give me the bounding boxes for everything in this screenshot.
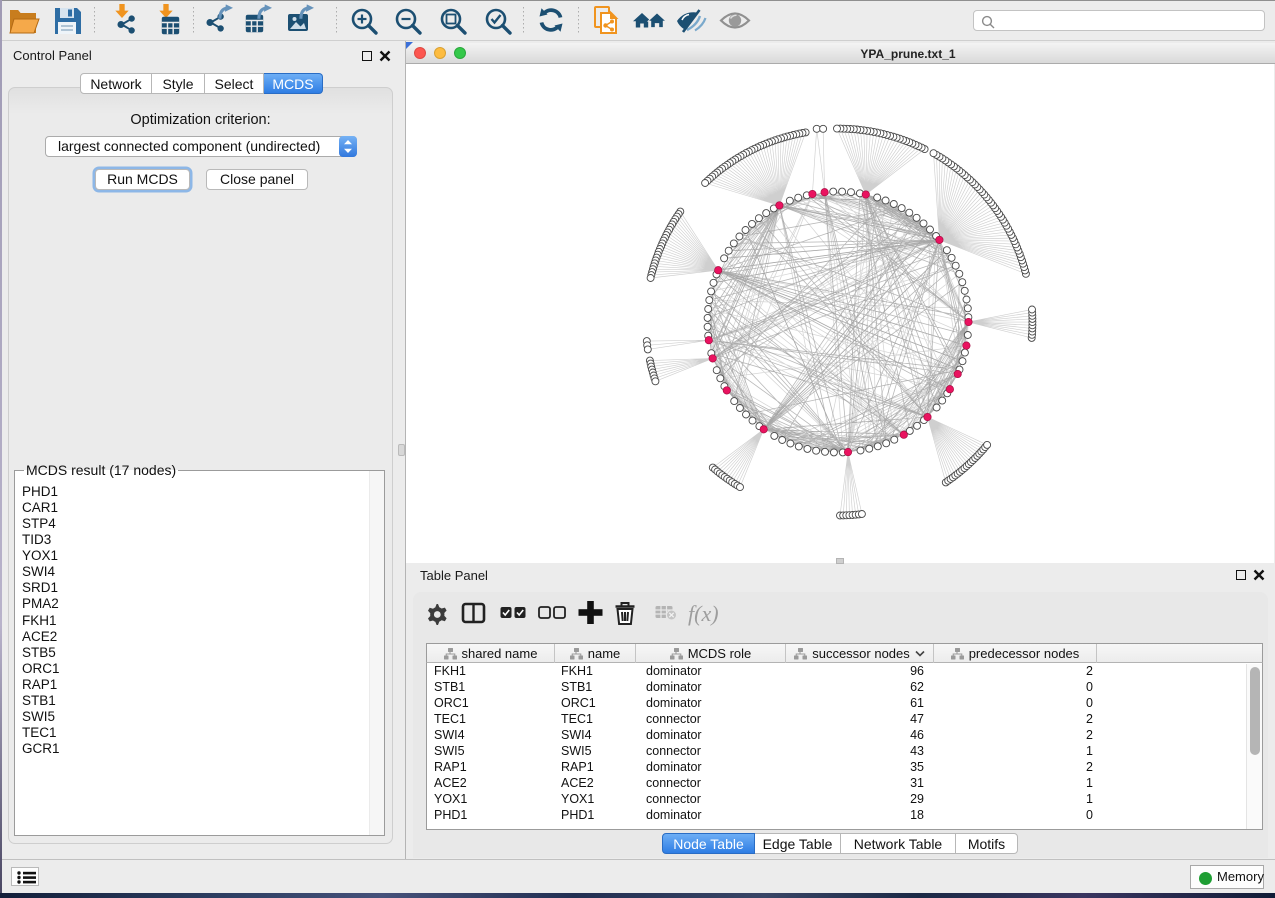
svg-text:f(x): f(x) — [688, 601, 719, 626]
